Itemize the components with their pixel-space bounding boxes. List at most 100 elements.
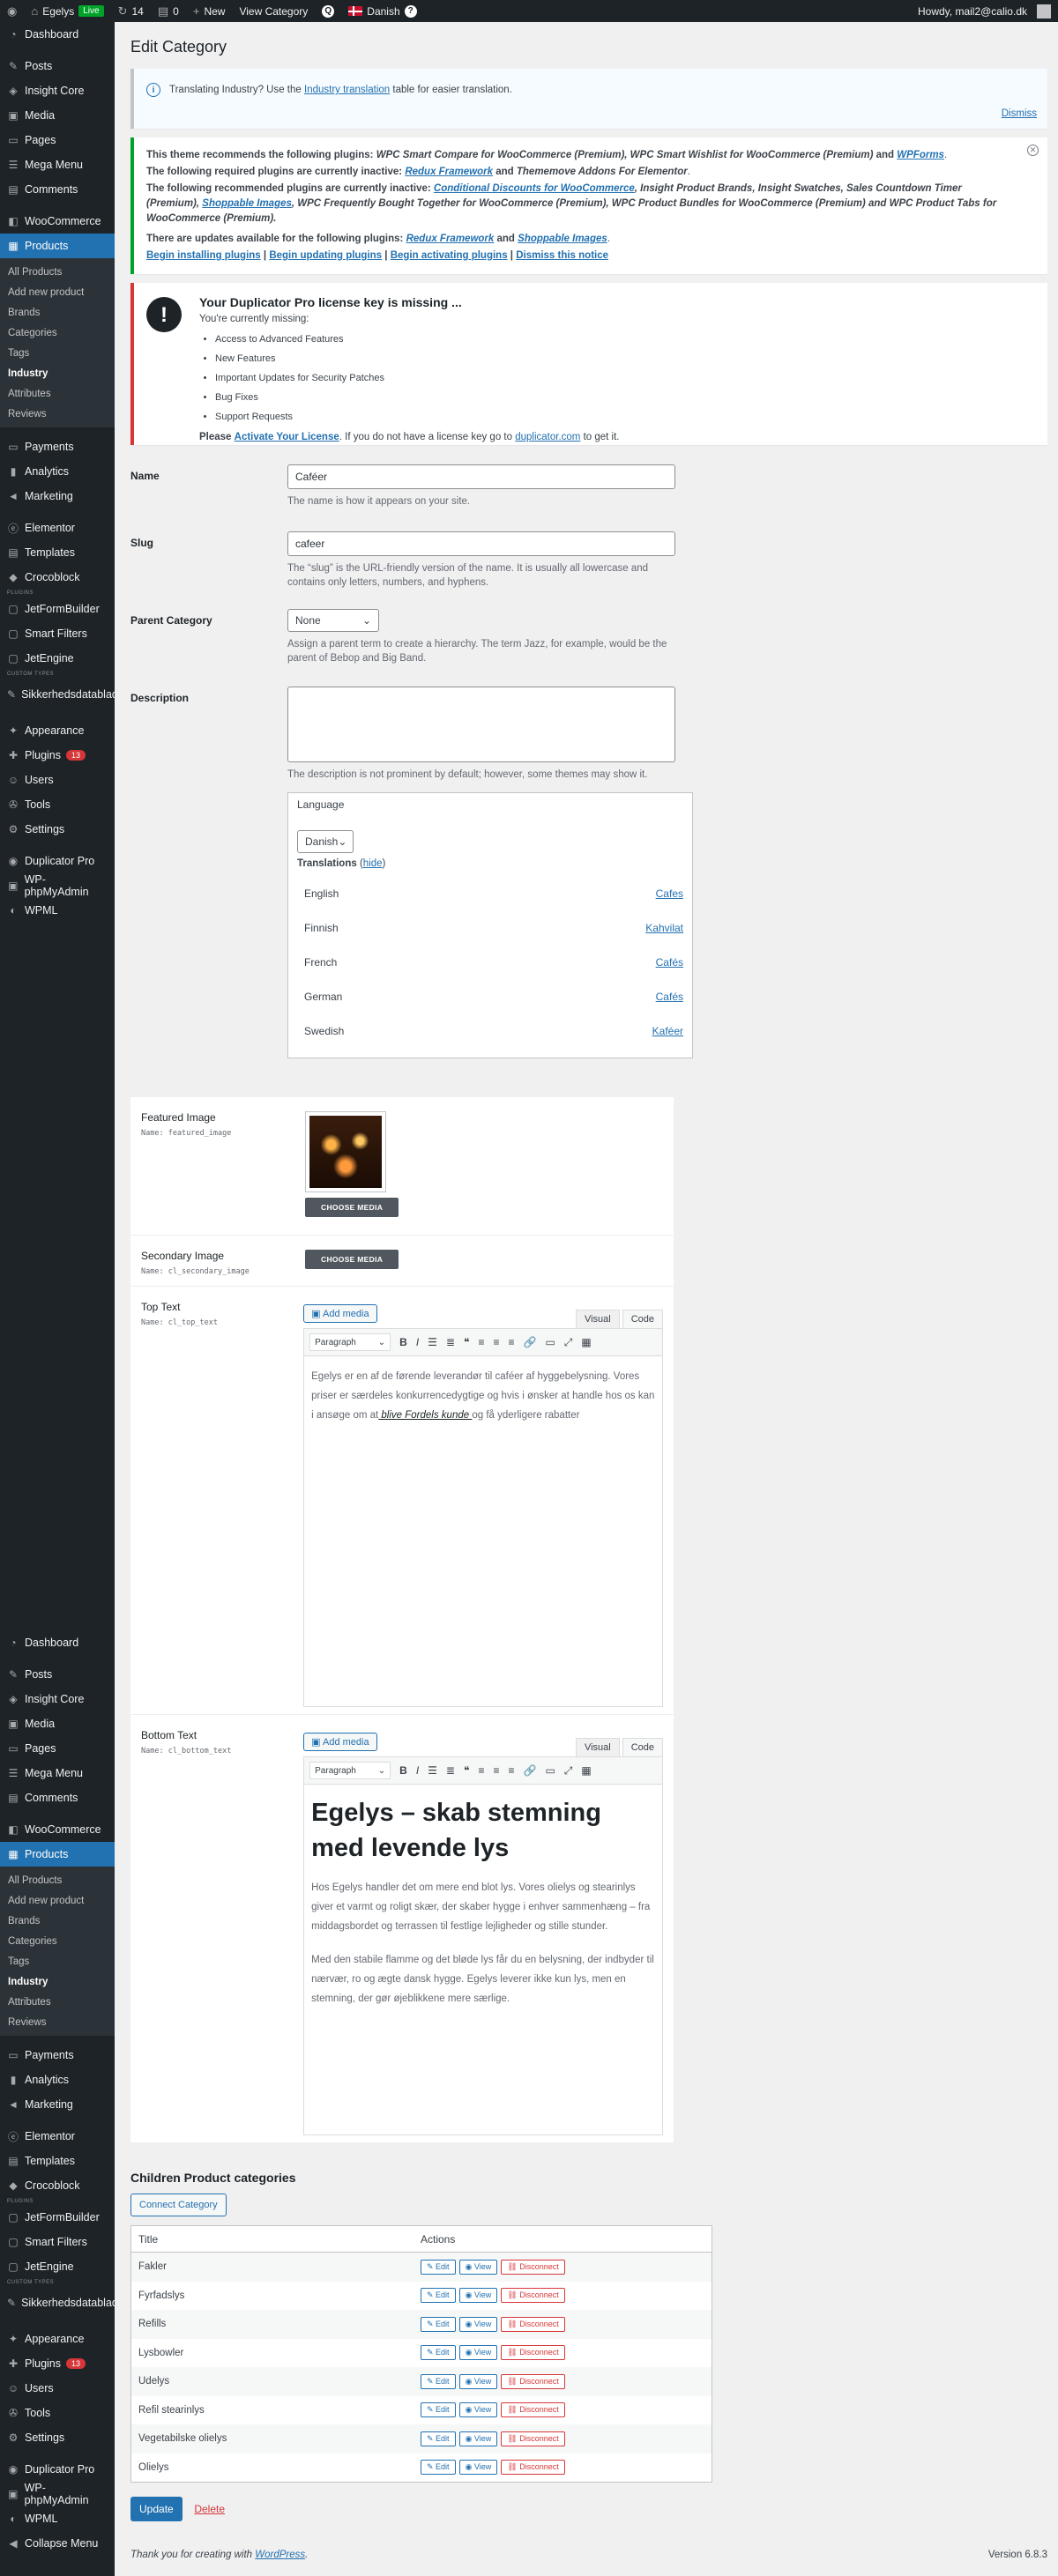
add-media-bottom-button[interactable]: ▣ Add media bbox=[303, 1733, 377, 1751]
menu-item-sikkerhedsdatablad[interactable]: ✎ Sikkerhedsdatablad bbox=[0, 678, 118, 711]
read-more-icon[interactable]: ▭ bbox=[545, 1336, 555, 1348]
menu-item-woocommerce[interactable]: ◧ WooCommerce bbox=[0, 209, 115, 234]
menu-item-wp-phpmyadmin[interactable]: ▣ WP-phpMyAdmin bbox=[0, 873, 115, 898]
begin-updating-link[interactable]: Begin updating plugins bbox=[269, 250, 382, 261]
menu-item-templates[interactable]: ▤ Templates bbox=[0, 2149, 115, 2173]
language-select[interactable]: Danish ⌄ bbox=[297, 830, 354, 853]
bottom-text-content[interactable]: Egelys – skab stemning med levende lys H… bbox=[304, 1785, 662, 2033]
submenu-industry[interactable]: Industry bbox=[0, 363, 115, 383]
menu-item-crocoblock[interactable]: ◆ Crocoblock bbox=[0, 2173, 115, 2198]
wp-logo-button[interactable]: ◉ bbox=[0, 0, 24, 22]
submenu-tags[interactable]: Tags bbox=[0, 343, 115, 363]
menu-item-settings[interactable]: ⚙ Settings bbox=[0, 817, 115, 842]
description-textarea[interactable] bbox=[287, 687, 675, 762]
menu-item-sikkerhedsdatablad[interactable]: ✎ Sikkerhedsdatablad bbox=[0, 2286, 118, 2320]
add-media-button[interactable]: ▣ Add media bbox=[303, 1304, 377, 1323]
bold-icon[interactable]: B bbox=[399, 1336, 407, 1348]
menu-item-elementor[interactable]: ⓔ Elementor bbox=[0, 516, 115, 540]
menu-item-appearance[interactable]: ✦ Appearance bbox=[0, 718, 115, 743]
menu-item-plugins[interactable]: ✚ Plugins 13 bbox=[0, 2351, 115, 2376]
industry-translation-link[interactable]: Industry translation bbox=[304, 85, 390, 95]
translation-link-1[interactable]: Kahvilat bbox=[645, 922, 683, 934]
submenu-brands[interactable]: Brands bbox=[0, 1911, 115, 1931]
menu-item-products[interactable]: ▦ Products bbox=[0, 1842, 115, 1867]
submenu-categories[interactable]: Categories bbox=[0, 1931, 115, 1951]
redux-update-link[interactable]: Redux Framework bbox=[406, 234, 495, 244]
view-button[interactable]: ◉ View bbox=[458, 2373, 498, 2389]
submenu-add-new-product[interactable]: Add new product bbox=[0, 282, 115, 302]
menu-item-payments[interactable]: ▭ Payments bbox=[0, 434, 115, 459]
bullet-list-icon[interactable]: ☰ bbox=[428, 1764, 437, 1777]
menu-item-posts[interactable]: ✎ Posts bbox=[0, 1662, 115, 1687]
align-left-icon[interactable]: ≡ bbox=[478, 1336, 484, 1348]
duplicator-site-link[interactable]: duplicator.com bbox=[515, 432, 580, 442]
fullscreen-icon[interactable]: ⤢ bbox=[564, 1336, 573, 1349]
menu-item-woocommerce[interactable]: ◧ WooCommerce bbox=[0, 1817, 115, 1842]
disconnect-button[interactable]: ⛓ Disconnect bbox=[501, 2316, 565, 2332]
tab-code-bottom[interactable]: Code bbox=[622, 1738, 663, 1756]
conditional-discounts-link[interactable]: Conditional Discounts for WooCommerce bbox=[434, 183, 635, 194]
read-more-icon[interactable]: ▭ bbox=[545, 1764, 555, 1777]
edit-button[interactable]: ✎ Edit bbox=[421, 2460, 456, 2476]
disconnect-button[interactable]: ⛓ Disconnect bbox=[501, 2402, 565, 2418]
menu-item-payments[interactable]: ▭ Payments bbox=[0, 2043, 115, 2067]
edit-button[interactable]: ✎ Edit bbox=[421, 2402, 456, 2418]
menu-item-jetengine[interactable]: ▢ JetEngine bbox=[0, 2254, 115, 2279]
submenu-all-products[interactable]: All Products bbox=[0, 262, 115, 282]
choose-media-secondary-button[interactable]: CHOOSE MEDIA bbox=[305, 1250, 399, 1269]
featured-image-thumbnail[interactable] bbox=[305, 1111, 386, 1192]
menu-item-insight-core[interactable]: ◈ Insight Core bbox=[0, 78, 115, 103]
menu-item-elementor[interactable]: ⓔ Elementor bbox=[0, 2124, 115, 2149]
menu-item-wpml[interactable]: ◐ WPML bbox=[0, 898, 115, 923]
menu-item-pages[interactable]: ▭ Pages bbox=[0, 128, 115, 152]
edit-button[interactable]: ✎ Edit bbox=[421, 2288, 456, 2304]
view-button[interactable]: ◉ View bbox=[458, 2345, 498, 2361]
name-input[interactable]: Caféer bbox=[287, 464, 675, 489]
activate-license-link[interactable]: Activate Your License bbox=[235, 432, 339, 442]
quote-icon[interactable]: ❝ bbox=[464, 1764, 469, 1777]
tab-visual[interactable]: Visual bbox=[575, 1310, 620, 1328]
translation-link-0[interactable]: Cafes bbox=[656, 887, 683, 900]
redux-link[interactable]: Redux Framework bbox=[405, 167, 493, 177]
menu-item-tools[interactable]: ✇ Tools bbox=[0, 792, 115, 817]
menu-item-comments[interactable]: ▤ Comments bbox=[0, 177, 115, 202]
view-button[interactable]: ◉ View bbox=[458, 2460, 498, 2476]
view-button[interactable]: ◉ View bbox=[458, 2431, 498, 2446]
menu-item-mega-menu[interactable]: ☰ Mega Menu bbox=[0, 152, 115, 177]
link-icon[interactable]: 🔗 bbox=[524, 1336, 537, 1348]
begin-activating-link[interactable]: Begin activating plugins bbox=[391, 250, 508, 261]
menu-item-plugins[interactable]: ✚ Plugins 13 bbox=[0, 743, 115, 768]
align-left-icon[interactable]: ≡ bbox=[478, 1764, 484, 1777]
numbered-list-icon[interactable]: ≣ bbox=[446, 1336, 455, 1348]
view-button[interactable]: ◉ View bbox=[458, 2402, 498, 2418]
menu-item-insight-core[interactable]: ◈ Insight Core bbox=[0, 1687, 115, 1711]
shoppable-images-link[interactable]: Shoppable Images bbox=[202, 198, 292, 209]
menu-item-marketing[interactable]: ◄ Marketing bbox=[0, 2092, 115, 2117]
menu-item-media[interactable]: ▣ Media bbox=[0, 103, 115, 128]
bullet-list-icon[interactable]: ☰ bbox=[428, 1336, 437, 1348]
submenu-categories[interactable]: Categories bbox=[0, 323, 115, 343]
disconnect-button[interactable]: ⛓ Disconnect bbox=[501, 2345, 565, 2361]
menu-item-jetformbuilder[interactable]: ▢ JetFormBuilder bbox=[0, 597, 115, 621]
updates-link[interactable]: ↻ 14 bbox=[111, 0, 151, 22]
delete-link[interactable]: Delete bbox=[194, 2503, 225, 2515]
menu-item-analytics[interactable]: ▮ Analytics bbox=[0, 459, 115, 484]
slug-input[interactable]: cafeer bbox=[287, 531, 675, 556]
menu-item-marketing[interactable]: ◄ Marketing bbox=[0, 484, 115, 509]
search-console-link[interactable]: Q bbox=[315, 0, 341, 22]
format-select-bottom[interactable]: Paragraph ⌄ bbox=[309, 1762, 391, 1779]
menu-item-users[interactable]: ☺ Users bbox=[0, 2376, 115, 2401]
link-icon[interactable]: 🔗 bbox=[524, 1764, 537, 1777]
align-center-icon[interactable]: ≡ bbox=[493, 1336, 499, 1348]
connect-category-button[interactable]: Connect Category bbox=[130, 2194, 227, 2216]
site-name-link[interactable]: ⌂ Egelys Live bbox=[24, 0, 110, 22]
new-content-link[interactable]: + New bbox=[186, 0, 233, 22]
edit-button[interactable]: ✎ Edit bbox=[421, 2345, 456, 2361]
disconnect-button[interactable]: ⛓ Disconnect bbox=[501, 2373, 565, 2389]
tab-visual-bottom[interactable]: Visual bbox=[575, 1738, 620, 1756]
choose-media-button[interactable]: CHOOSE MEDIA bbox=[305, 1198, 399, 1217]
menu-item-pages[interactable]: ▭ Pages bbox=[0, 1736, 115, 1761]
menu-item-smart-filters[interactable]: ▢ Smart Filters bbox=[0, 621, 115, 646]
menu-item-users[interactable]: ☺ Users bbox=[0, 768, 115, 792]
wordpress-link[interactable]: WordPress bbox=[255, 2550, 305, 2560]
